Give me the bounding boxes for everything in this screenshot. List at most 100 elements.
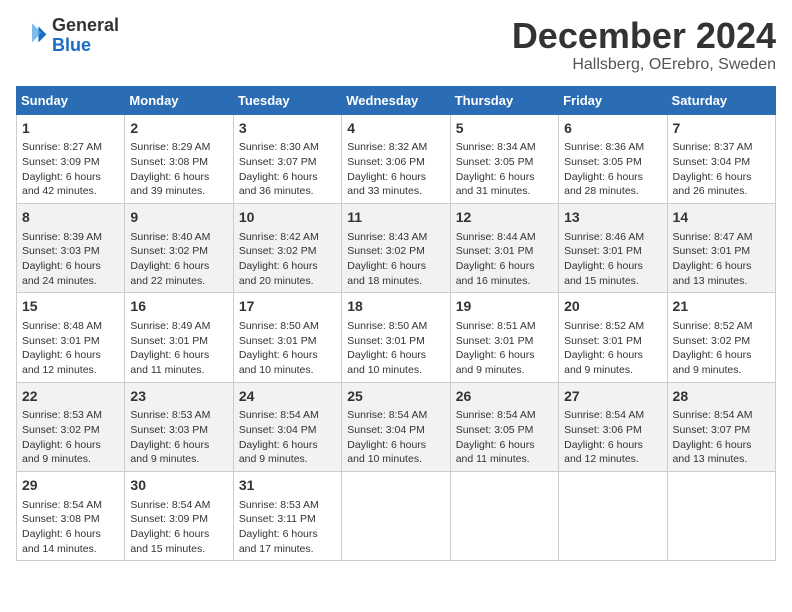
day-number: 19: [456, 297, 553, 317]
day-number: 18: [347, 297, 444, 317]
day-info: Sunrise: 8:34 AMSunset: 3:05 PMDaylight:…: [456, 141, 536, 197]
day-number: 14: [673, 208, 770, 228]
calendar-cell: 21Sunrise: 8:52 AMSunset: 3:02 PMDayligh…: [667, 293, 775, 382]
calendar-cell: 18 Sunrise: 8:50 AMSunset: 3:01 PMDayligh…: [342, 293, 450, 382]
day-header-thursday: Thursday: [450, 86, 558, 114]
calendar-cell: 29Sunrise: 8:54 AMSunset: 3:08 PMDayligh…: [17, 471, 125, 560]
calendar-cell: 30 Sunrise: 8:54 AMSunset: 3:09 PMDayligh…: [125, 471, 233, 560]
calendar-cell: 11Sunrise: 8:43 AMSunset: 3:02 PMDayligh…: [342, 203, 450, 292]
day-info: Sunrise: 8:46 AMSunset: 3:01 PMDaylight:…: [564, 231, 644, 287]
calendar-cell: 4Sunrise: 8:32 AMSunset: 3:06 PMDaylight…: [342, 114, 450, 203]
calendar-cell: 23Sunrise: 8:53 AMSunset: 3:03 PMDayligh…: [125, 382, 233, 471]
day-info: Sunrise: 8:54 AMSunset: 3:04 PMDaylight:…: [347, 409, 427, 465]
calendar-cell: 10Sunrise: 8:42 AMSunset: 3:02 PMDayligh…: [233, 203, 341, 292]
day-number: 17: [239, 297, 336, 317]
calendar-cell: 15Sunrise: 8:48 AMSunset: 3:01 PMDayligh…: [17, 293, 125, 382]
calendar-cell: 19 Sunrise: 8:51 AMSunset: 3:01 PMDayligh…: [450, 293, 558, 382]
day-number: 16: [130, 297, 227, 317]
calendar-cell: [450, 471, 558, 560]
day-number: 5: [456, 119, 553, 139]
day-info: Sunrise: 8:39 AMSunset: 3:03 PMDaylight:…: [22, 231, 102, 287]
day-info: Sunrise: 8:40 AMSunset: 3:02 PMDaylight:…: [130, 231, 210, 287]
calendar-week-3: 15Sunrise: 8:48 AMSunset: 3:01 PMDayligh…: [17, 293, 776, 382]
day-info: Sunrise: 8:51 AMSunset: 3:01 PMDaylight:…: [456, 320, 536, 376]
day-info: Sunrise: 8:53 AMSunset: 3:03 PMDaylight:…: [130, 409, 210, 465]
day-number: 12: [456, 208, 553, 228]
day-number: 3: [239, 119, 336, 139]
day-number: 9: [130, 208, 227, 228]
day-info: Sunrise: 8:54 AMSunset: 3:09 PMDaylight:…: [130, 499, 210, 555]
day-info: Sunrise: 8:54 AMSunset: 3:05 PMDaylight:…: [456, 409, 536, 465]
logo-general-text: General: [52, 15, 119, 35]
day-info: Sunrise: 8:47 AMSunset: 3:01 PMDaylight:…: [673, 231, 753, 287]
logo: General Blue: [16, 16, 119, 56]
day-info: Sunrise: 8:50 AMSunset: 3:01 PMDaylight:…: [347, 320, 427, 376]
day-header-wednesday: Wednesday: [342, 86, 450, 114]
day-info: Sunrise: 8:54 AMSunset: 3:04 PMDaylight:…: [239, 409, 319, 465]
day-header-tuesday: Tuesday: [233, 86, 341, 114]
day-number: 10: [239, 208, 336, 228]
day-info: Sunrise: 8:37 AMSunset: 3:04 PMDaylight:…: [673, 141, 753, 197]
calendar-cell: 5Sunrise: 8:34 AMSunset: 3:05 PMDaylight…: [450, 114, 558, 203]
calendar-cell: 8 Sunrise: 8:39 AMSunset: 3:03 PMDaylight…: [17, 203, 125, 292]
calendar-cell: [342, 471, 450, 560]
day-number: 30: [130, 476, 227, 496]
day-number: 2: [130, 119, 227, 139]
logo-icon: [16, 20, 48, 52]
calendar-cell: 22Sunrise: 8:53 AMSunset: 3:02 PMDayligh…: [17, 382, 125, 471]
day-number: 31: [239, 476, 336, 496]
day-info: Sunrise: 8:53 AMSunset: 3:11 PMDaylight:…: [239, 499, 319, 555]
calendar-cell: 24Sunrise: 8:54 AMSunset: 3:04 PMDayligh…: [233, 382, 341, 471]
calendar-cell: 12Sunrise: 8:44 AMSunset: 3:01 PMDayligh…: [450, 203, 558, 292]
day-info: Sunrise: 8:53 AMSunset: 3:02 PMDaylight:…: [22, 409, 102, 465]
location: Hallsberg, OErebro, Sweden: [512, 56, 776, 74]
day-number: 6: [564, 119, 661, 139]
page-header: General Blue December 2024 Hallsberg, OE…: [16, 16, 776, 74]
calendar-cell: [667, 471, 775, 560]
calendar-cell: 26Sunrise: 8:54 AMSunset: 3:05 PMDayligh…: [450, 382, 558, 471]
day-info: Sunrise: 8:36 AMSunset: 3:05 PMDaylight:…: [564, 141, 644, 197]
calendar-week-2: 8 Sunrise: 8:39 AMSunset: 3:03 PMDaylight…: [17, 203, 776, 292]
title-block: December 2024 Hallsberg, OErebro, Sweden: [512, 16, 776, 74]
calendar-cell: 27Sunrise: 8:54 AMSunset: 3:06 PMDayligh…: [559, 382, 667, 471]
day-number: 13: [564, 208, 661, 228]
calendar-cell: 9 Sunrise: 8:40 AMSunset: 3:02 PMDaylight…: [125, 203, 233, 292]
day-number: 20: [564, 297, 661, 317]
day-info: Sunrise: 8:49 AMSunset: 3:01 PMDaylight:…: [130, 320, 210, 376]
calendar-cell: [559, 471, 667, 560]
calendar-cell: 2Sunrise: 8:29 AMSunset: 3:08 PMDaylight…: [125, 114, 233, 203]
calendar-week-1: 1Sunrise: 8:27 AMSunset: 3:09 PMDaylight…: [17, 114, 776, 203]
day-header-saturday: Saturday: [667, 86, 775, 114]
day-number: 24: [239, 387, 336, 407]
month-title: December 2024: [512, 16, 776, 56]
day-number: 11: [347, 208, 444, 228]
calendar-cell: 3Sunrise: 8:30 AMSunset: 3:07 PMDaylight…: [233, 114, 341, 203]
day-info: Sunrise: 8:30 AMSunset: 3:07 PMDaylight:…: [239, 141, 319, 197]
calendar-week-5: 29Sunrise: 8:54 AMSunset: 3:08 PMDayligh…: [17, 471, 776, 560]
calendar-cell: 28Sunrise: 8:54 AMSunset: 3:07 PMDayligh…: [667, 382, 775, 471]
day-number: 25: [347, 387, 444, 407]
calendar-cell: 31 Sunrise: 8:53 AMSunset: 3:11 PMDayligh…: [233, 471, 341, 560]
day-number: 21: [673, 297, 770, 317]
day-number: 28: [673, 387, 770, 407]
day-number: 22: [22, 387, 119, 407]
calendar-cell: 17 Sunrise: 8:50 AMSunset: 3:01 PMDayligh…: [233, 293, 341, 382]
day-info: Sunrise: 8:50 AMSunset: 3:01 PMDaylight:…: [239, 320, 319, 376]
day-info: Sunrise: 8:32 AMSunset: 3:06 PMDaylight:…: [347, 141, 427, 197]
day-number: 7: [673, 119, 770, 139]
day-info: Sunrise: 8:54 AMSunset: 3:07 PMDaylight:…: [673, 409, 753, 465]
day-header-friday: Friday: [559, 86, 667, 114]
day-info: Sunrise: 8:52 AMSunset: 3:01 PMDaylight:…: [564, 320, 644, 376]
day-info: Sunrise: 8:29 AMSunset: 3:08 PMDaylight:…: [130, 141, 210, 197]
day-number: 26: [456, 387, 553, 407]
calendar-cell: 7Sunrise: 8:37 AMSunset: 3:04 PMDaylight…: [667, 114, 775, 203]
day-header-sunday: Sunday: [17, 86, 125, 114]
calendar-cell: 13 Sunrise: 8:46 AMSunset: 3:01 PMDayligh…: [559, 203, 667, 292]
day-info: Sunrise: 8:48 AMSunset: 3:01 PMDaylight:…: [22, 320, 102, 376]
logo-blue-text: Blue: [52, 35, 91, 55]
calendar-header-row: SundayMondayTuesdayWednesdayThursdayFrid…: [17, 86, 776, 114]
day-number: 23: [130, 387, 227, 407]
day-number: 8: [22, 208, 119, 228]
calendar-table: SundayMondayTuesdayWednesdayThursdayFrid…: [16, 86, 776, 562]
day-number: 4: [347, 119, 444, 139]
